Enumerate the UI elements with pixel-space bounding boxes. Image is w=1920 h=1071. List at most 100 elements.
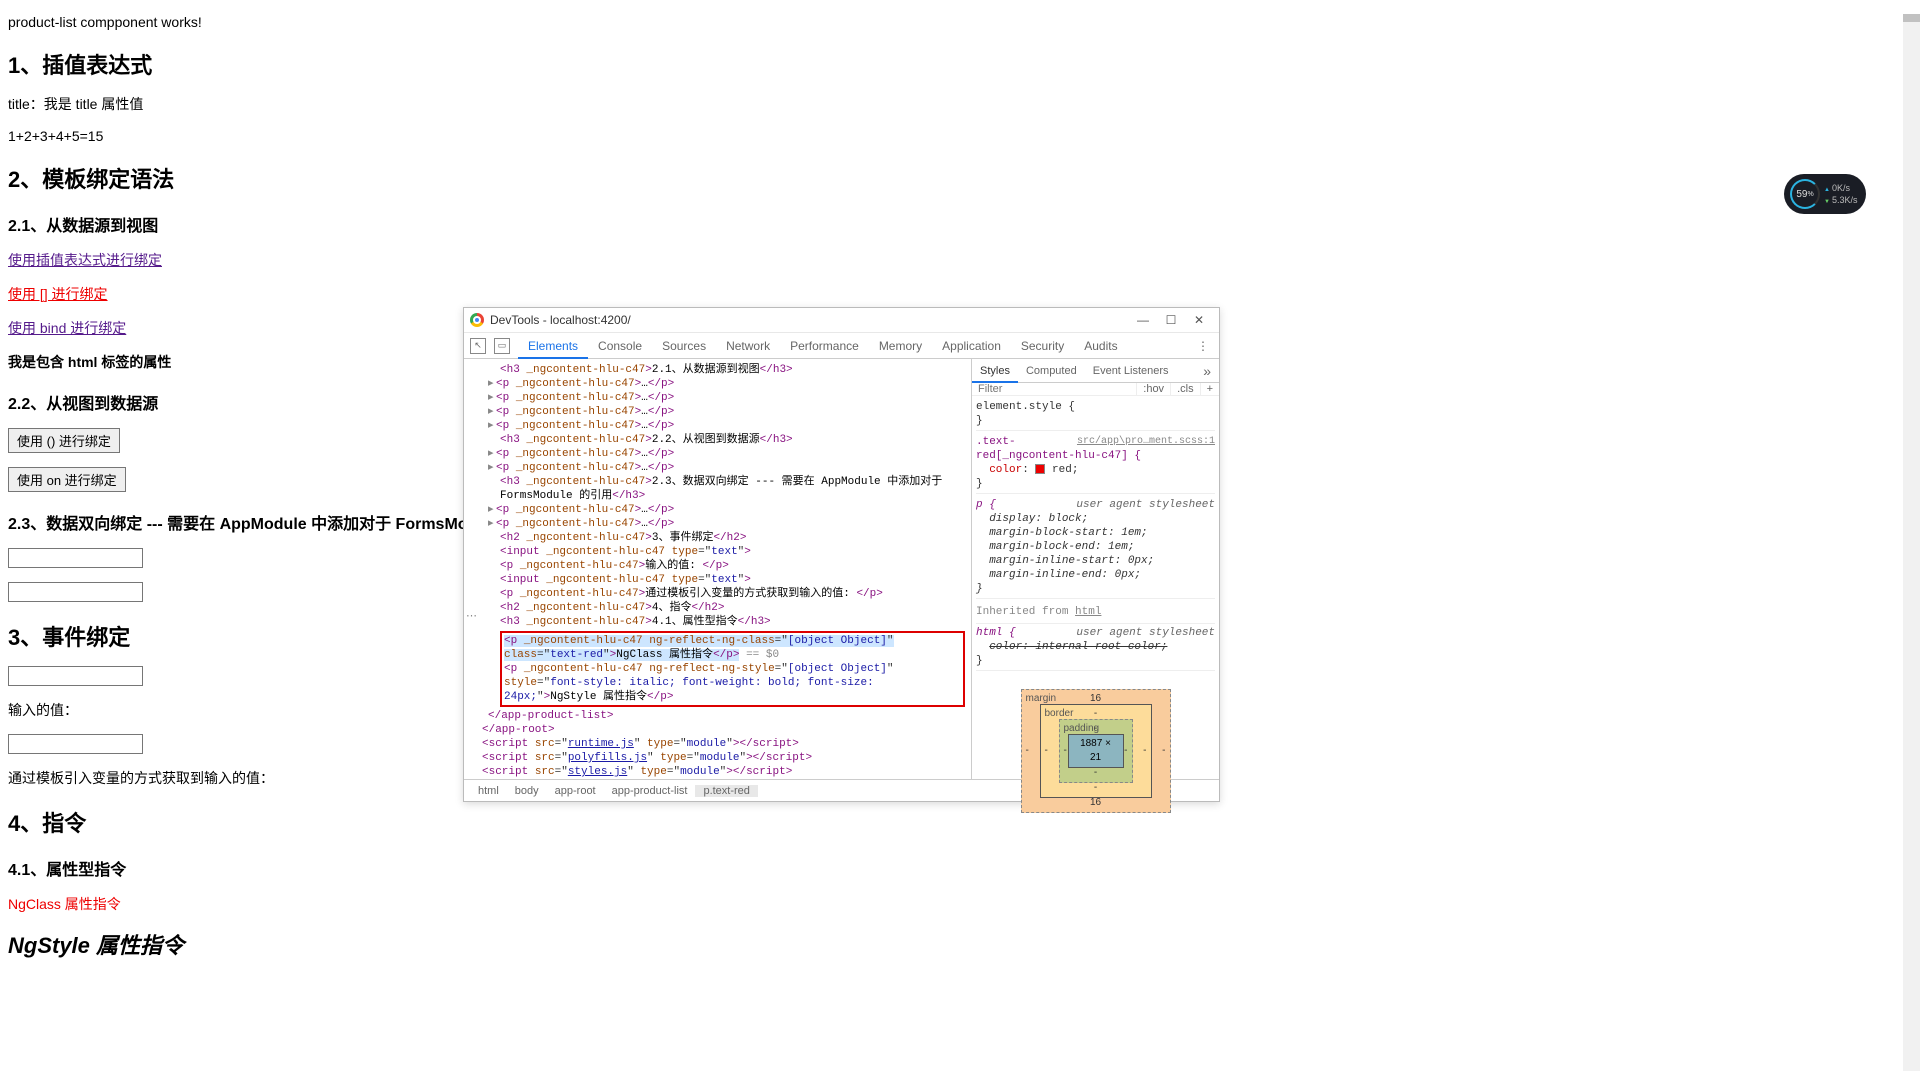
styles-filter-input[interactable] <box>972 383 1136 395</box>
window-maximize-button[interactable]: ☐ <box>1157 313 1185 327</box>
event-input-2[interactable] <box>8 734 143 754</box>
dom-node[interactable]: ▸<p _ngcontent-hlu-c47>…</p> <box>472 405 971 419</box>
two-way-input-2[interactable] <box>8 582 143 602</box>
dom-node[interactable]: ▸<p _ngcontent-hlu-c47>…</p> <box>472 391 971 405</box>
dom-node[interactable]: ▸<p _ngcontent-hlu-c47>…</p> <box>472 447 971 461</box>
devtools-main-tabs: ↖ ▭ Elements Console Sources Network Per… <box>464 333 1219 359</box>
cls-toggle[interactable]: .cls <box>1170 383 1200 395</box>
section-4-1-heading: 4.1、属性型指令 <box>8 856 1912 880</box>
dom-node[interactable]: <h3 _ngcontent-hlu-c47>4.1、属性型指令</h3> <box>472 615 971 629</box>
page-scrollbar[interactable] <box>1903 14 1920 1071</box>
color-swatch-icon[interactable] <box>1035 464 1045 474</box>
window-minimize-button[interactable]: — <box>1129 313 1157 327</box>
on-binding-button[interactable]: 使用 on 进行绑定 <box>8 467 126 492</box>
dom-node[interactable]: ▸<p _ngcontent-hlu-c47>…</p> <box>472 503 971 517</box>
paren-binding-button[interactable]: 使用 () 进行绑定 <box>8 428 120 453</box>
tab-console[interactable]: Console <box>588 333 652 359</box>
subtab-event-listeners[interactable]: Event Listeners <box>1085 359 1177 383</box>
component-works-text: product-list compponent works! <box>8 14 1912 30</box>
event-input-1[interactable] <box>8 666 143 686</box>
link-interpolation-binding[interactable]: 使用插值表达式进行绑定 <box>8 252 162 268</box>
ngclass-demo-text: NgClass 属性指令 <box>8 894 1912 914</box>
selected-line-indicator: ⋯ <box>466 610 477 624</box>
dom-node[interactable]: <h3 _ngcontent-hlu-c47>2.3、数据双向绑定 --- 需要… <box>472 475 971 503</box>
inspect-element-button[interactable]: ↖ <box>470 338 486 354</box>
dom-node[interactable]: ▸<p _ngcontent-hlu-c47>…</p> <box>472 517 971 531</box>
dom-node[interactable]: <h3 _ngcontent-hlu-c47>2.1、从数据源到视图</h3> <box>472 363 971 377</box>
inherited-from-row: Inherited from html <box>976 601 1215 624</box>
link-bracket-binding[interactable]: 使用 [] 进行绑定 <box>8 286 108 302</box>
dom-node[interactable]: ▸<p _ngcontent-hlu-c47>…</p> <box>472 461 971 475</box>
section-4-heading: 4、指令 <box>8 806 1912 838</box>
rule-selector: html { <box>976 627 1016 639</box>
devtools-window-title: DevTools - localhost:4200/ <box>490 313 631 327</box>
two-way-input-1[interactable] <box>8 548 143 568</box>
dom-node[interactable]: <input _ngcontent-hlu-c47 type="text"> <box>472 573 971 587</box>
network-speed-widget[interactable]: 59% 0K/s 5.3K/s <box>1784 174 1866 214</box>
elements-tree[interactable]: ⋯ <h3 _ngcontent-hlu-c47>2.1、从数据源到视图</h3… <box>464 359 971 779</box>
tab-application[interactable]: Application <box>932 333 1011 359</box>
chrome-icon <box>470 313 484 327</box>
dom-node[interactable]: ▸<p _ngcontent-hlu-c47>…</p> <box>472 377 971 391</box>
title-value-line: title：我是 title 属性值 <box>8 94 1912 114</box>
dom-node[interactable]: <p _ngcontent-hlu-c47>通过模板引入变量的方式获取到输入的值… <box>472 587 971 601</box>
devtools-window: DevTools - localhost:4200/ — ☐ ✕ ↖ ▭ Ele… <box>463 307 1220 802</box>
ua-stylesheet-label: user agent stylesheet <box>1076 626 1215 640</box>
new-style-rule-button[interactable]: + <box>1200 383 1219 395</box>
dom-node[interactable]: ▸<p _ngcontent-hlu-c47>…</p> <box>472 419 971 433</box>
rule-selector: p { <box>976 499 996 511</box>
dom-node[interactable]: <input _ngcontent-hlu-c47 type="text"> <box>472 545 971 559</box>
tab-network[interactable]: Network <box>716 333 780 359</box>
crumb-p-text-red[interactable]: p.text-red <box>695 785 757 797</box>
tab-memory[interactable]: Memory <box>869 333 932 359</box>
rule-source-link[interactable]: src/app\pro…ment.scss:1 <box>1077 435 1215 449</box>
subtabs-more-icon[interactable]: » <box>1195 363 1219 379</box>
dom-node[interactable]: <h2 _ngcontent-hlu-c47>4、指令</h2> <box>472 601 971 615</box>
download-speed: 5.3K/s <box>1824 195 1857 205</box>
element-style-selector: element.style { <box>976 401 1075 413</box>
dom-node[interactable]: </app-root> <box>472 723 971 737</box>
html-attr-bold-text: 我是包含 html 标签的属性 <box>8 354 171 370</box>
styles-subtabs: Styles Computed Event Listeners » <box>972 359 1219 383</box>
dom-node[interactable]: </app-product-list> <box>472 709 971 723</box>
dom-node[interactable]: <p _ngcontent-hlu-c47>输入的值: </p> <box>472 559 971 573</box>
section-1-heading: 1、插值表达式 <box>8 48 1912 80</box>
dom-node[interactable]: <h3 _ngcontent-hlu-c47>2.2、从视图到数据源</h3> <box>472 433 971 447</box>
ua-stylesheet-label: user agent stylesheet <box>1076 498 1215 512</box>
dom-node[interactable]: <script src="runtime.js" type="module"><… <box>472 737 971 751</box>
dom-node[interactable]: <h2 _ngcontent-hlu-c47>3、事件绑定</h2> <box>472 531 971 545</box>
devtools-more-button[interactable]: ⋮ <box>1187 339 1219 353</box>
subtab-styles[interactable]: Styles <box>972 359 1018 383</box>
link-bind-binding[interactable]: 使用 bind 进行绑定 <box>8 320 126 336</box>
hov-toggle[interactable]: :hov <box>1136 383 1170 395</box>
highlighted-dom-selection[interactable]: <p _ngcontent-hlu-c47 ng-reflect-ng-clas… <box>500 631 965 707</box>
tab-sources[interactable]: Sources <box>652 333 716 359</box>
tab-security[interactable]: Security <box>1011 333 1074 359</box>
window-close-button[interactable]: ✕ <box>1185 313 1213 327</box>
tab-elements[interactable]: Elements <box>518 333 588 359</box>
styles-rules-list[interactable]: element.style {} src/app\pro…ment.scss:1… <box>972 396 1219 815</box>
crumb-app-product-list[interactable]: app-product-list <box>604 785 696 797</box>
crumb-app-root[interactable]: app-root <box>547 785 604 797</box>
tab-audits[interactable]: Audits <box>1074 333 1127 359</box>
dom-node[interactable]: <script src="styles.js" type="module"></… <box>472 765 971 779</box>
device-toolbar-button[interactable]: ▭ <box>494 338 510 354</box>
inherited-from-link[interactable]: html <box>1075 606 1101 618</box>
cpu-usage-ring: 59% <box>1790 179 1820 209</box>
subtab-computed[interactable]: Computed <box>1018 359 1085 383</box>
styles-panel: Styles Computed Event Listeners » :hov .… <box>971 359 1219 779</box>
crumb-body[interactable]: body <box>507 785 547 797</box>
dom-node[interactable]: <script src="polyfills.js" type="module"… <box>472 751 971 765</box>
sum-line: 1+2+3+4+5=15 <box>8 128 1912 144</box>
styles-filter-row: :hov .cls + <box>972 383 1219 396</box>
box-model-diagram[interactable]: margin 16 16 - - border - - - - paddin <box>1021 689 1171 813</box>
upload-speed: 0K/s <box>1824 183 1857 193</box>
ngstyle-demo-text: NgStyle 属性指令 <box>8 928 1912 960</box>
box-model-content-size: 1887 × 21 <box>1068 734 1124 768</box>
section-2-1-heading: 2.1、从数据源到视图 <box>8 212 1912 236</box>
section-2-heading: 2、模板绑定语法 <box>8 162 1912 194</box>
scrollbar-thumb[interactable] <box>1903 14 1920 22</box>
devtools-titlebar[interactable]: DevTools - localhost:4200/ — ☐ ✕ <box>464 308 1219 333</box>
tab-performance[interactable]: Performance <box>780 333 869 359</box>
crumb-html[interactable]: html <box>470 785 507 797</box>
